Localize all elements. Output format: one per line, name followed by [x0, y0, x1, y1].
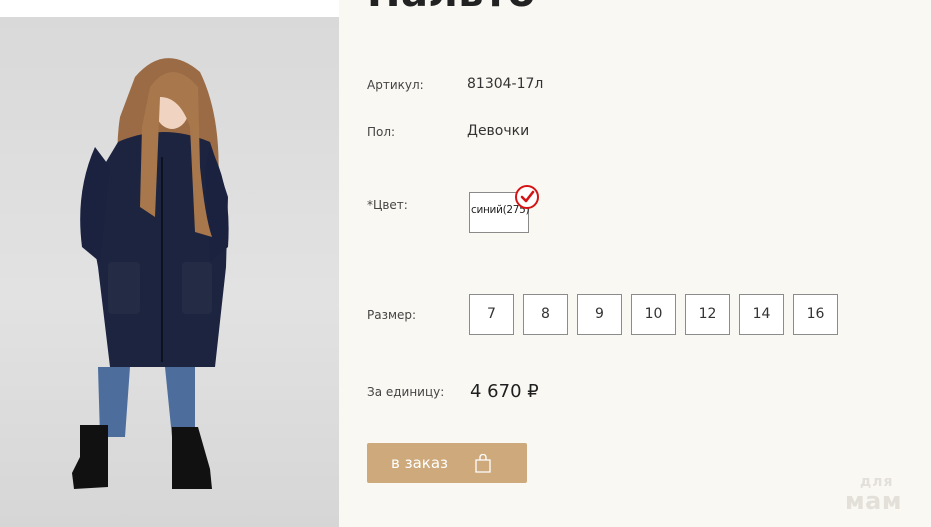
- add-to-order-button[interactable]: в заказ: [367, 443, 527, 483]
- size-option[interactable]: 10: [631, 294, 676, 335]
- article-label: Артикул:: [367, 78, 424, 92]
- size-option[interactable]: 9: [577, 294, 622, 335]
- size-option[interactable]: 12: [685, 294, 730, 335]
- price-value: 4 670 ₽: [470, 381, 539, 402]
- gender-label: Пол:: [367, 125, 396, 139]
- product-photo-illustration: [72, 58, 229, 489]
- color-label: *Цвет:: [367, 198, 408, 212]
- article-value: 81304-17л: [467, 76, 544, 92]
- shopping-bag-icon: [475, 453, 491, 473]
- size-label: Размер:: [367, 308, 417, 322]
- order-button-label: в заказ: [391, 454, 449, 472]
- product-photo[interactable]: [0, 17, 339, 527]
- checkmark-icon: [515, 185, 539, 209]
- size-option[interactable]: 8: [523, 294, 568, 335]
- watermark-line2: мам: [845, 487, 902, 515]
- product-photo-panel: [0, 0, 339, 527]
- product-title: Пальто: [367, 0, 536, 16]
- size-option[interactable]: 7: [469, 294, 514, 335]
- gender-value: Девочки: [467, 123, 530, 139]
- size-option[interactable]: 16: [793, 294, 838, 335]
- price-label: За единицу:: [367, 385, 445, 399]
- size-option[interactable]: 14: [739, 294, 784, 335]
